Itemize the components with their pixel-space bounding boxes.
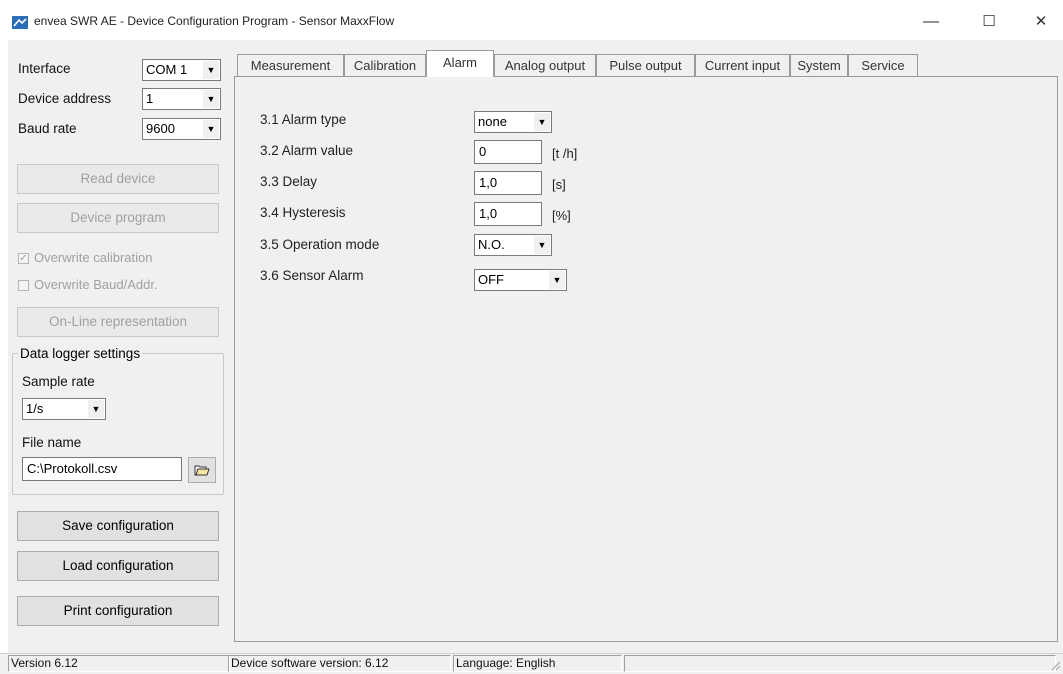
status-empty-panel xyxy=(624,655,1056,672)
operation-mode-label: 3.5 Operation mode xyxy=(260,237,380,252)
hysteresis-unit: [%] xyxy=(552,208,571,223)
chevron-down-icon: ▼ xyxy=(203,120,219,138)
alarm-tab-panel xyxy=(234,76,1058,642)
tab-calibration[interactable]: Calibration xyxy=(344,54,426,76)
alarm-value-input[interactable]: 0 xyxy=(474,140,542,164)
tab-service[interactable]: Service xyxy=(848,54,918,76)
alarm-type-select[interactable]: none ▼ xyxy=(474,111,552,133)
chevron-down-icon: ▼ xyxy=(203,90,219,108)
status-version: Version 6.12 xyxy=(8,655,230,672)
overwrite-calibration-label: Overwrite calibration xyxy=(34,250,153,265)
load-configuration-button[interactable]: Load configuration xyxy=(17,551,219,581)
sample-rate-label: Sample rate xyxy=(22,374,95,389)
alarm-value-label: 3.2 Alarm value xyxy=(260,143,354,158)
close-button[interactable]: ✕ xyxy=(1018,6,1063,38)
tab-analog-output[interactable]: Analog output xyxy=(494,54,596,76)
delay-unit: [s] xyxy=(552,177,566,192)
chevron-down-icon: ▼ xyxy=(88,400,104,418)
maximize-button[interactable]: ☐ xyxy=(966,6,1012,38)
save-configuration-button[interactable]: Save configuration xyxy=(17,511,219,541)
tab-alarm[interactable]: Alarm xyxy=(426,50,494,77)
delay-label: 3.3 Delay xyxy=(260,174,318,189)
sensor-alarm-label: 3.6 Sensor Alarm xyxy=(260,268,364,283)
baud-rate-select[interactable]: 9600 ▼ xyxy=(142,118,221,140)
online-representation-button[interactable]: On-Line representation xyxy=(17,307,219,337)
overwrite-baud-label: Overwrite Baud/Addr. xyxy=(34,277,158,292)
file-name-label: File name xyxy=(22,435,82,450)
hysteresis-input[interactable]: 1,0 xyxy=(474,202,542,226)
status-device-software: Device software version: 6.12 xyxy=(228,655,451,672)
tab-system[interactable]: System xyxy=(790,54,848,76)
chevron-down-icon: ▼ xyxy=(534,236,550,254)
window-title: envea SWR AE - Device Configuration Prog… xyxy=(34,14,395,28)
browse-file-button[interactable] xyxy=(188,457,216,483)
chevron-down-icon: ▼ xyxy=(534,113,550,131)
data-logger-title: Data logger settings xyxy=(18,346,143,361)
sample-rate-select[interactable]: 1/s ▼ xyxy=(22,398,106,420)
alarm-type-label: 3.1 Alarm type xyxy=(260,112,347,127)
tab-pulse-output[interactable]: Pulse output xyxy=(596,54,695,76)
print-configuration-button[interactable]: Print configuration xyxy=(17,596,219,626)
alarm-value-unit: [t /h] xyxy=(552,146,578,161)
overwrite-baud-checkbox[interactable] xyxy=(18,280,29,291)
app-logo-icon xyxy=(12,16,28,29)
read-device-button[interactable]: Read device xyxy=(17,164,219,194)
interface-label: Interface xyxy=(18,61,71,76)
tab-current-input[interactable]: Current input xyxy=(695,54,790,76)
device-address-select[interactable]: 1 ▼ xyxy=(142,88,221,110)
tab-measurement[interactable]: Measurement xyxy=(237,54,344,76)
operation-mode-select[interactable]: N.O. ▼ xyxy=(474,234,552,256)
chevron-down-icon: ▼ xyxy=(549,271,565,289)
baud-rate-label: Baud rate xyxy=(18,121,77,136)
delay-input[interactable]: 1,0 xyxy=(474,171,542,195)
sensor-alarm-select[interactable]: OFF ▼ xyxy=(474,269,567,291)
device-address-label: Device address xyxy=(18,91,112,106)
interface-select[interactable]: COM 1 ▼ xyxy=(142,59,221,81)
folder-open-icon xyxy=(194,465,210,476)
chevron-down-icon: ▼ xyxy=(203,61,219,79)
file-name-input[interactable]: C:\Protokoll.csv xyxy=(22,457,182,481)
minimize-button[interactable]: — xyxy=(908,6,954,38)
resize-grip-icon[interactable] xyxy=(1049,659,1061,671)
hysteresis-label: 3.4 Hysteresis xyxy=(260,205,346,220)
status-language: Language: English xyxy=(453,655,622,672)
overwrite-calibration-checkbox[interactable]: ✓ xyxy=(18,253,29,264)
device-program-button[interactable]: Device program xyxy=(17,203,219,233)
